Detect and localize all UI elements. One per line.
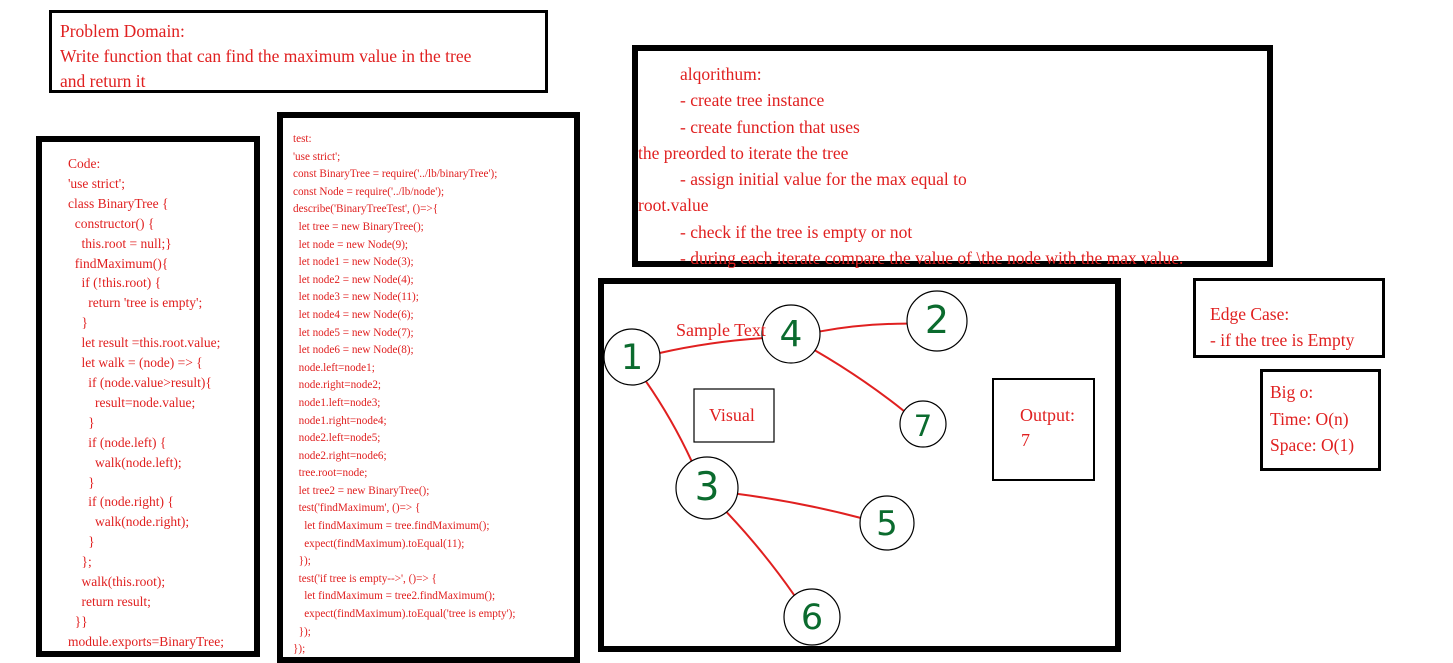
tree-node-label: 7	[914, 409, 932, 443]
tree-node-7: 7	[899, 400, 947, 448]
tree-edge	[814, 349, 905, 412]
tree-node-label: 5	[876, 504, 898, 544]
tree-edges	[645, 322, 908, 596]
sample-text: Sample Text	[676, 320, 766, 340]
output-value: 7	[1021, 430, 1030, 450]
tree-node-label: 6	[801, 598, 823, 638]
tree-node-1: 1	[603, 328, 661, 386]
output-box	[992, 378, 1095, 481]
tree-node-4: 4	[761, 304, 821, 364]
tree-edge	[737, 492, 861, 519]
tree-node-label: 1	[621, 338, 643, 378]
output-label: Output:	[1020, 405, 1075, 425]
tree-node-5: 5	[859, 495, 915, 551]
tree-node-label: 4	[780, 314, 803, 355]
visual-label: Visual	[709, 405, 755, 425]
tree-nodes: 1 4 2 7 3 5 6	[603, 290, 968, 646]
tree-edge	[725, 511, 796, 596]
tree-node-label: 3	[695, 465, 720, 510]
tree-node-6: 6	[783, 588, 841, 646]
tree-node-2: 2	[906, 290, 968, 352]
tree-edge	[819, 322, 908, 333]
tree-edge	[659, 337, 763, 354]
tree-diagram: Visual Output: 7 1 4 2 7 3 5 6 Sample Text	[603, 290, 1095, 646]
tree-node-3: 3	[675, 456, 739, 520]
tree-node-label: 2	[925, 298, 949, 342]
tree-edge	[645, 380, 693, 462]
